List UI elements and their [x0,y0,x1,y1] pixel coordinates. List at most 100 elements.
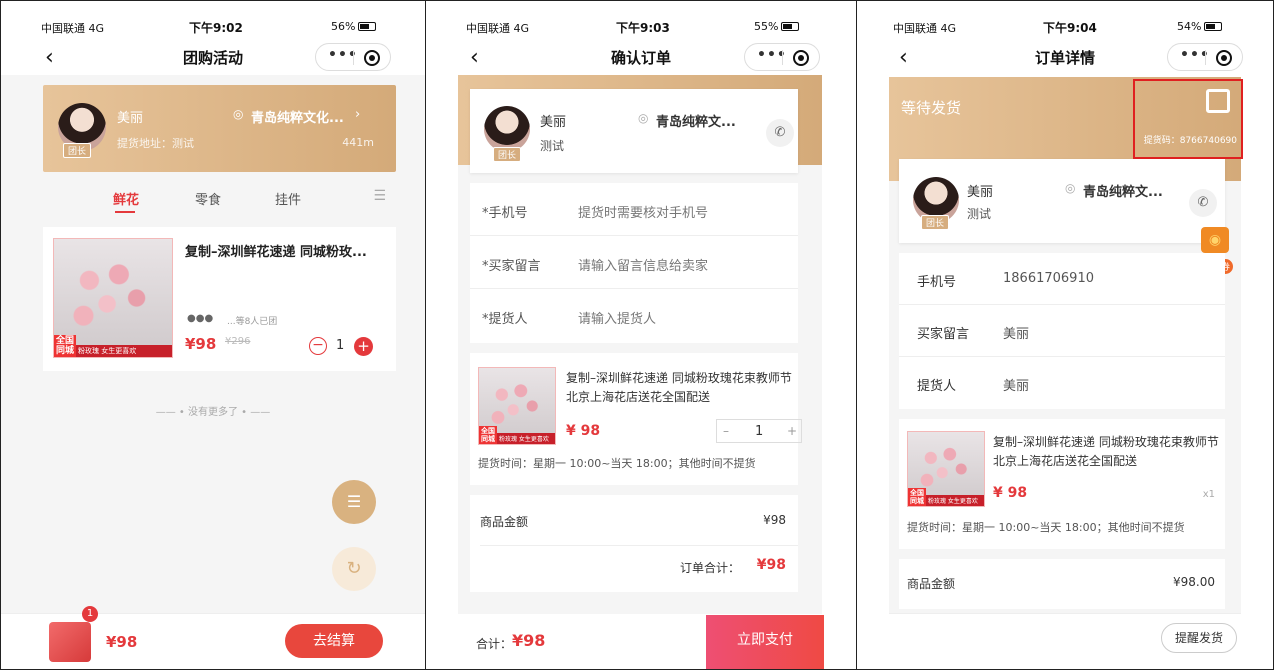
recipient-input[interactable]: 请输入提货人 [578,308,656,327]
nav-bar: ‹ 团购活动 ••• [1,39,425,75]
amount-value: ¥98 [763,513,786,527]
phone-input[interactable]: 提货时需要核对手机号 [578,202,708,221]
nav-bar: ‹ 确认订单 ••• [426,39,856,75]
message-label: *买家留言 [482,259,541,274]
remind-ship-button[interactable]: 提醒发货 [1161,623,1237,653]
panel-order-detail: 中国联通 4G 下午9:04 54% ‹ 订单详情 ••• 等待发货 提货码：8… [856,0,1274,670]
mini-capsule[interactable]: ••• [1167,43,1243,71]
recipient-label: *提货人 [482,312,528,327]
time: 下午9:04 [1043,21,1097,35]
time: 下午9:02 [189,21,243,35]
info-row-phone: 手机号 18661706910 [899,253,1225,305]
time: 下午9:03 [616,21,670,35]
carrier: 中国联通 4G [466,22,530,35]
qr-code-icon[interactable] [1206,89,1230,113]
no-more-text: —— • 没有更多了 • —— [155,407,271,418]
category-tabs: 鲜花 零食 挂件 ☰ [43,181,394,217]
leader-card: 团长 美丽 测试 ◎ 青岛纯粹文... ✆ [470,89,798,173]
leader-badge: 团长 [63,143,92,158]
minus-button[interactable]: − [309,337,327,355]
cart-icon[interactable] [49,622,91,662]
pickup-time: 提货时间：星期一 10:00~当天 18:00；其他时间不提货 [907,521,1185,534]
amount-card: 商品金额 ¥98.00 [899,559,1225,609]
pickup-code-box[interactable]: 提货码：8766740690 [1133,79,1243,159]
product-title: 复制–深圳鲜花速递 同城粉玫瑰花束教师节北京上海花店送花全国配送 [566,371,792,404]
status-bar: 中国联通 4G 下午9:03 55% [426,17,856,37]
carrier: 中国联通 4G [893,22,957,35]
phone-icon[interactable]: ✆ [766,119,794,147]
message-label: 买家留言 [917,327,970,342]
order-info: 手机号 18661706910 买家留言 美丽 提货人 美丽 [899,253,1225,409]
pickup-code: 提货码：8766740690 [1143,136,1237,146]
image-tag: 全国 同城 [54,335,76,357]
joined-avatars: ●●● [187,313,214,324]
close-target-icon[interactable] [1216,50,1232,66]
original-price: ¥296 [225,336,251,347]
amount-label: 商品金额 [907,577,956,591]
product-title: 复制–深圳鲜花速递 同城粉玫瑰花束教师节北京上海花店送花全国配送 [993,435,1219,468]
info-row-message: 买家留言 美丽 [899,305,1225,357]
leader-badge: 团长 [921,215,950,230]
total-value: ¥98 [512,631,546,650]
close-target-icon[interactable] [793,50,809,66]
leader-badge: 团长 [493,147,522,162]
mini-capsule[interactable]: ••• [315,43,391,71]
battery-level: 55% [754,20,800,33]
battery-icon [1204,22,1223,31]
form-row-phone: *手机号 提货时需要核对手机号 [470,183,798,236]
pickup-address: 提货地址：测试 [117,137,194,150]
joined-count: ...等8人已团 [227,317,278,327]
refresh-float-button[interactable]: ↻ [332,547,376,591]
plus-button[interactable]: + [354,337,373,356]
amount-label: 商品金额 [480,515,529,529]
bottom-bar: 1 ¥98 去结算 [1,606,425,669]
leader-name: 美丽 [540,115,567,130]
tab-flowers[interactable]: 鲜花 [113,189,139,208]
amount-card: 商品金额 ¥98 订单合计： ¥98 [470,495,798,592]
total-label: 合计： [476,637,513,651]
checkout-button[interactable]: 去结算 [285,624,383,658]
leader-sub: 测试 [967,207,992,221]
status-bar: 中国联通 4G 下午9:02 56% [1,17,425,37]
phone-icon[interactable]: ✆ [1189,189,1217,217]
carrier: 中国联通 4G [41,22,105,35]
form-row-message: *买家留言 请输入留言信息给卖家 [470,236,798,289]
plus-button[interactable]: + [787,424,797,438]
mini-capsule[interactable]: ••• [744,43,820,71]
chevron-right-icon[interactable]: › [355,107,360,122]
product-card[interactable]: 全国 同城 粉玫瑰 女生更喜欢 复制–深圳鲜花速递 同城粉玫... ●●● ..… [43,227,396,371]
info-row-recipient: 提货人 美丽 [899,357,1225,409]
leader-location: 青岛纯粹文化... [251,111,344,126]
phone-label: 手机号 [917,275,957,290]
close-target-icon[interactable] [364,50,380,66]
panel-group-buy: 中国联通 4G 下午9:02 56% ‹ 团购活动 ••• 团长 美丽 ◎ 青岛… [0,0,426,670]
product-price: ¥98 [185,335,217,353]
battery-level: 56% [331,20,377,33]
distance: 441m [342,136,374,149]
quantity: 1 [755,424,764,439]
leader-location: 青岛纯粹文... [1083,185,1163,200]
tab-snacks[interactable]: 零食 [195,189,221,208]
leader-card[interactable]: 团长 美丽 ◎ 青岛纯粹文化... › 提货地址：测试 441m [43,85,396,172]
amount-value: ¥98.00 [1173,575,1215,589]
product-price: ¥ 98 [993,485,1028,501]
image-strip: 粉玫瑰 女生更喜欢 [76,345,172,357]
leader-name: 美丽 [967,185,994,200]
red-packet-icon: ◉ [1201,227,1229,253]
message-input[interactable]: 请输入留言信息给卖家 [578,255,708,274]
minus-button[interactable]: – [723,424,729,438]
pay-button[interactable]: 立即支付 [706,615,824,669]
order-total-label: 订单合计： [679,561,740,575]
order-form: *手机号 提货时需要核对手机号 *买家留言 请输入留言信息给卖家 *提货人 请输… [470,183,798,343]
quantity-stepper[interactable]: – 1 + [716,419,802,443]
list-float-button[interactable]: ☰ [332,480,376,524]
location-icon: ◎ [1065,181,1076,195]
menu-icon[interactable]: ☰ [373,188,386,204]
tab-pendants[interactable]: 挂件 [275,189,301,208]
avatar [484,106,530,152]
panel-confirm-order: 中国联通 4G 下午9:03 55% ‹ 确认订单 ••• 团长 美丽 测试 ◎… [425,0,857,670]
battery-icon [781,22,800,31]
product-image: 全国 同城 粉玫瑰 女生更喜欢 [478,367,556,445]
product-qty: x1 [1202,489,1215,500]
product-price: ¥ 98 [566,423,601,439]
